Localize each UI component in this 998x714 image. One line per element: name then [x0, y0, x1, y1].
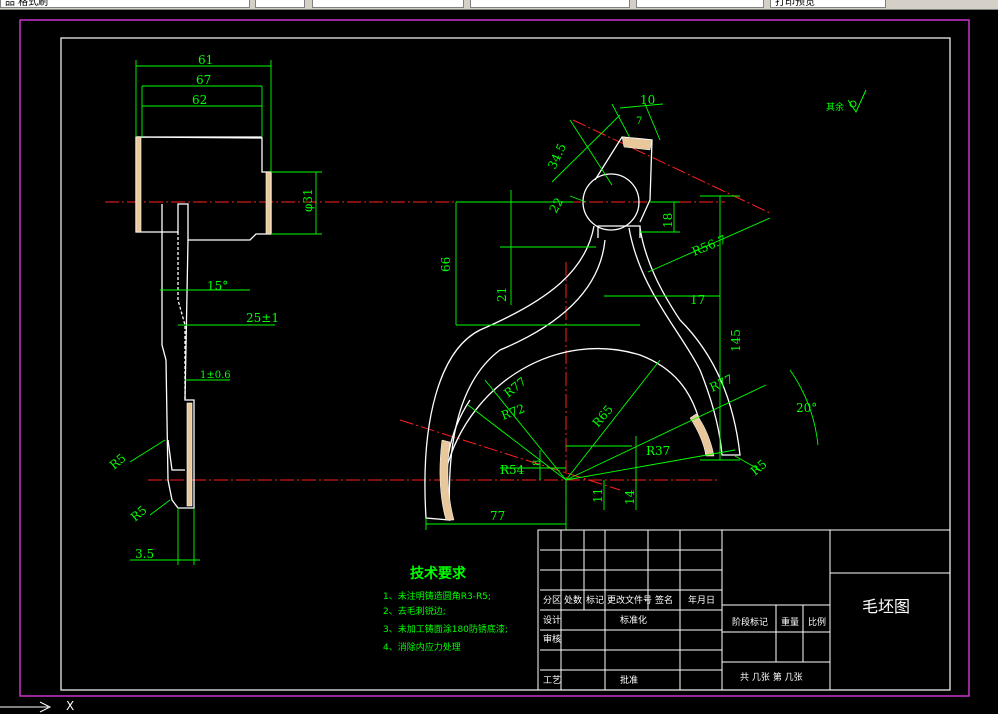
centerlines: [105, 119, 771, 520]
dim-r54: R54: [500, 463, 525, 477]
dim-62: 62: [192, 93, 207, 107]
dim-66: 66: [439, 257, 453, 272]
dim-r5-upper: R5: [107, 451, 129, 472]
command-line[interactable]: X: [0, 698, 998, 714]
dim-21: 21: [495, 287, 509, 302]
dim-61: 61: [198, 53, 213, 67]
note-2: 2、去毛刺锐边;: [383, 605, 446, 617]
dim-r72: R72: [499, 401, 527, 422]
dim-r5-right: R5: [748, 457, 770, 478]
dim-17: 17: [690, 293, 705, 307]
side-view-dim-lines: [129, 60, 322, 565]
tb-design: 设计: [543, 614, 561, 626]
svg-text:其余: 其余: [826, 101, 844, 113]
tb-process: 工艺: [543, 675, 561, 686]
cad-canvas[interactable]: 61 67 62 φ31 15° 25±1 1±0.6 R5 R5 3.5 10…: [0, 0, 998, 714]
tb-h-docno: 更改文件号: [607, 594, 652, 606]
tb-approve: 批准: [620, 674, 638, 686]
note-4: 4、消除内应力处理: [383, 641, 461, 653]
dim-20deg: 20°: [796, 401, 817, 415]
dim-14: 14: [623, 489, 637, 505]
tb-sheets: 共 几张 第 几张: [740, 671, 803, 683]
dim-r77-right: R77: [707, 372, 735, 395]
dim-1tol: 1±0.6: [200, 370, 231, 381]
dim-10: 10: [640, 93, 655, 107]
dim-r65: R65: [590, 402, 616, 430]
dim-15deg: 15°: [207, 279, 228, 293]
tb-scale: 比例: [808, 616, 826, 628]
tb-h-date: 年月日: [688, 594, 715, 606]
dim-3-5: 3.5: [135, 547, 154, 561]
dim-r37: R37: [646, 444, 670, 458]
dim-r5-lower: R5: [128, 503, 150, 524]
dim-67: 67: [196, 73, 211, 87]
roughness-symbol: 其余: [826, 89, 867, 114]
dim-phi31: φ31: [301, 188, 315, 212]
tb-review: 审核: [543, 633, 561, 645]
fork-hatch: [439, 136, 715, 521]
dim-7: 7: [636, 116, 642, 127]
tb-weight: 重量: [781, 616, 799, 628]
dim-r56-7: R56.7: [690, 232, 728, 258]
tb-stage: 阶段标记: [732, 616, 768, 628]
dim-22: 22: [546, 195, 566, 215]
dim-8: 8: [532, 460, 543, 466]
tech-notes: 技术要求 1、未注明铸造圆角R3-R5; 2、去毛刺锐边; 3、未加工铸面涂18…: [383, 565, 508, 653]
dim-11: 11: [591, 488, 605, 503]
dim-18: 18: [661, 213, 675, 228]
tb-h-sign: 签名: [655, 594, 673, 606]
dim-77: 77: [490, 509, 505, 523]
dim-34-5: 34.5: [545, 141, 569, 171]
tb-h-count: 处数: [564, 594, 582, 606]
ucs-x-label: X: [66, 699, 75, 713]
dim-25tol: 25±1: [246, 311, 279, 325]
tb-standard: 标准化: [620, 614, 647, 626]
note-1: 1、未注明铸造圆角R3-R5;: [383, 590, 491, 602]
ucs-arrow-icon: [0, 701, 52, 713]
dim-r77-left: R77: [501, 374, 529, 400]
sheet-frame: [19, 19, 970, 697]
tb-h-zone: 分区: [543, 595, 561, 606]
tb-h-mark: 标记: [586, 594, 604, 606]
drawing-name: 毛坯图: [862, 597, 910, 616]
dim-145: 145: [729, 329, 743, 352]
note-3: 3、未加工铸面涂180防锈底漆;: [383, 623, 508, 635]
notes-title: 技术要求: [410, 565, 467, 582]
drawing-border: [60, 37, 951, 691]
fork-view: [424, 136, 741, 521]
